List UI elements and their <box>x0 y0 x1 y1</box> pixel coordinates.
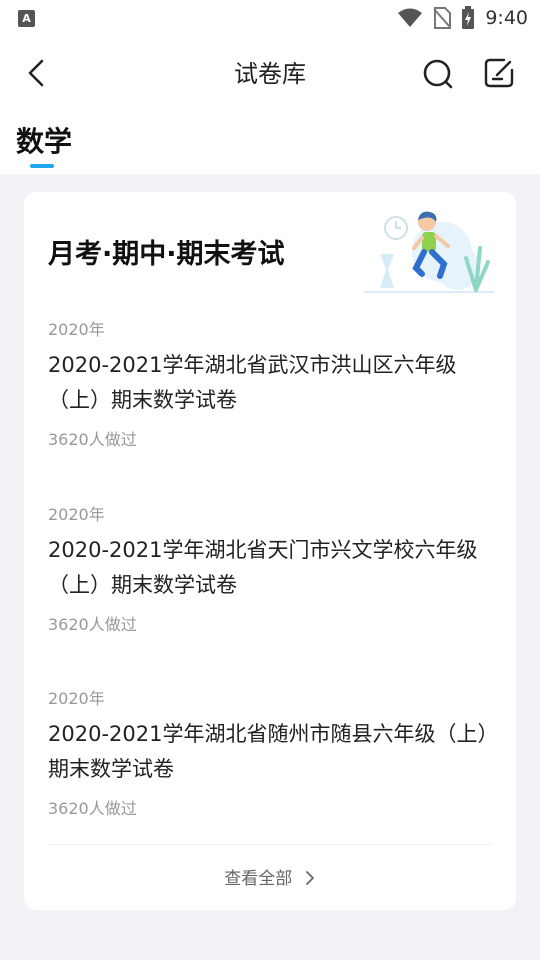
paper-year: 2020年 <box>48 689 105 708</box>
paper-item[interactable]: 2020年 2020-2021学年湖北省天门市兴文学校六年级（上）期末数学试卷 … <box>48 501 492 635</box>
paper-item[interactable]: 2020年 2020-2021学年湖北省武汉市洪山区六年级（上）期末数学试卷 3… <box>48 316 492 450</box>
exam-section-card: 月考·期中·期末考试 2020年 2020-2021学年湖北省武汉市洪山区六年级… <box>24 192 516 910</box>
app-notification-icon: A <box>18 10 35 27</box>
status-time: 9:40 <box>485 7 528 29</box>
edit-button[interactable] <box>482 56 516 90</box>
no-sim-icon <box>433 7 452 29</box>
page-title: 试卷库 <box>234 60 306 88</box>
subject-tab-bar: 数学 <box>0 110 540 174</box>
paper-attempt-count: 3620人做过 <box>48 430 137 449</box>
status-bar: A 9:40 <box>0 0 540 36</box>
view-all-label: 查看全部 <box>224 869 293 889</box>
status-icons: 9:40 <box>397 6 528 30</box>
view-all-button[interactable]: 查看全部 <box>24 864 516 889</box>
paper-item[interactable]: 2020年 2020-2021学年湖北省随州市随县六年级（上）期末数学试卷 36… <box>48 685 492 819</box>
paper-attempt-count: 3620人做过 <box>48 799 137 818</box>
paper-title: 2020-2021学年湖北省随州市随县六年级（上）期末数学试卷 <box>48 722 488 781</box>
paper-year: 2020年 <box>48 505 105 524</box>
search-icon <box>423 59 453 89</box>
chevron-right-icon <box>305 871 314 885</box>
paper-year: 2020年 <box>48 320 105 339</box>
search-button[interactable] <box>420 56 456 92</box>
section-title: 月考·期中·期末考试 <box>48 239 285 270</box>
paper-attempt-count: 3620人做过 <box>48 615 137 634</box>
top-bar: 试卷库 <box>0 36 540 110</box>
divider <box>48 844 492 845</box>
running-boy-illustration-icon <box>364 211 494 293</box>
paper-title: 2020-2021学年湖北省武汉市洪山区六年级（上）期末数学试卷 <box>48 353 457 412</box>
edit-icon <box>484 58 514 88</box>
wifi-icon <box>398 8 423 27</box>
tab-math[interactable]: 数学 <box>16 120 72 160</box>
paper-title: 2020-2021学年湖北省天门市兴文学校六年级（上）期末数学试卷 <box>48 538 478 597</box>
battery-charging-icon <box>462 6 475 29</box>
tab-indicator <box>30 164 54 168</box>
